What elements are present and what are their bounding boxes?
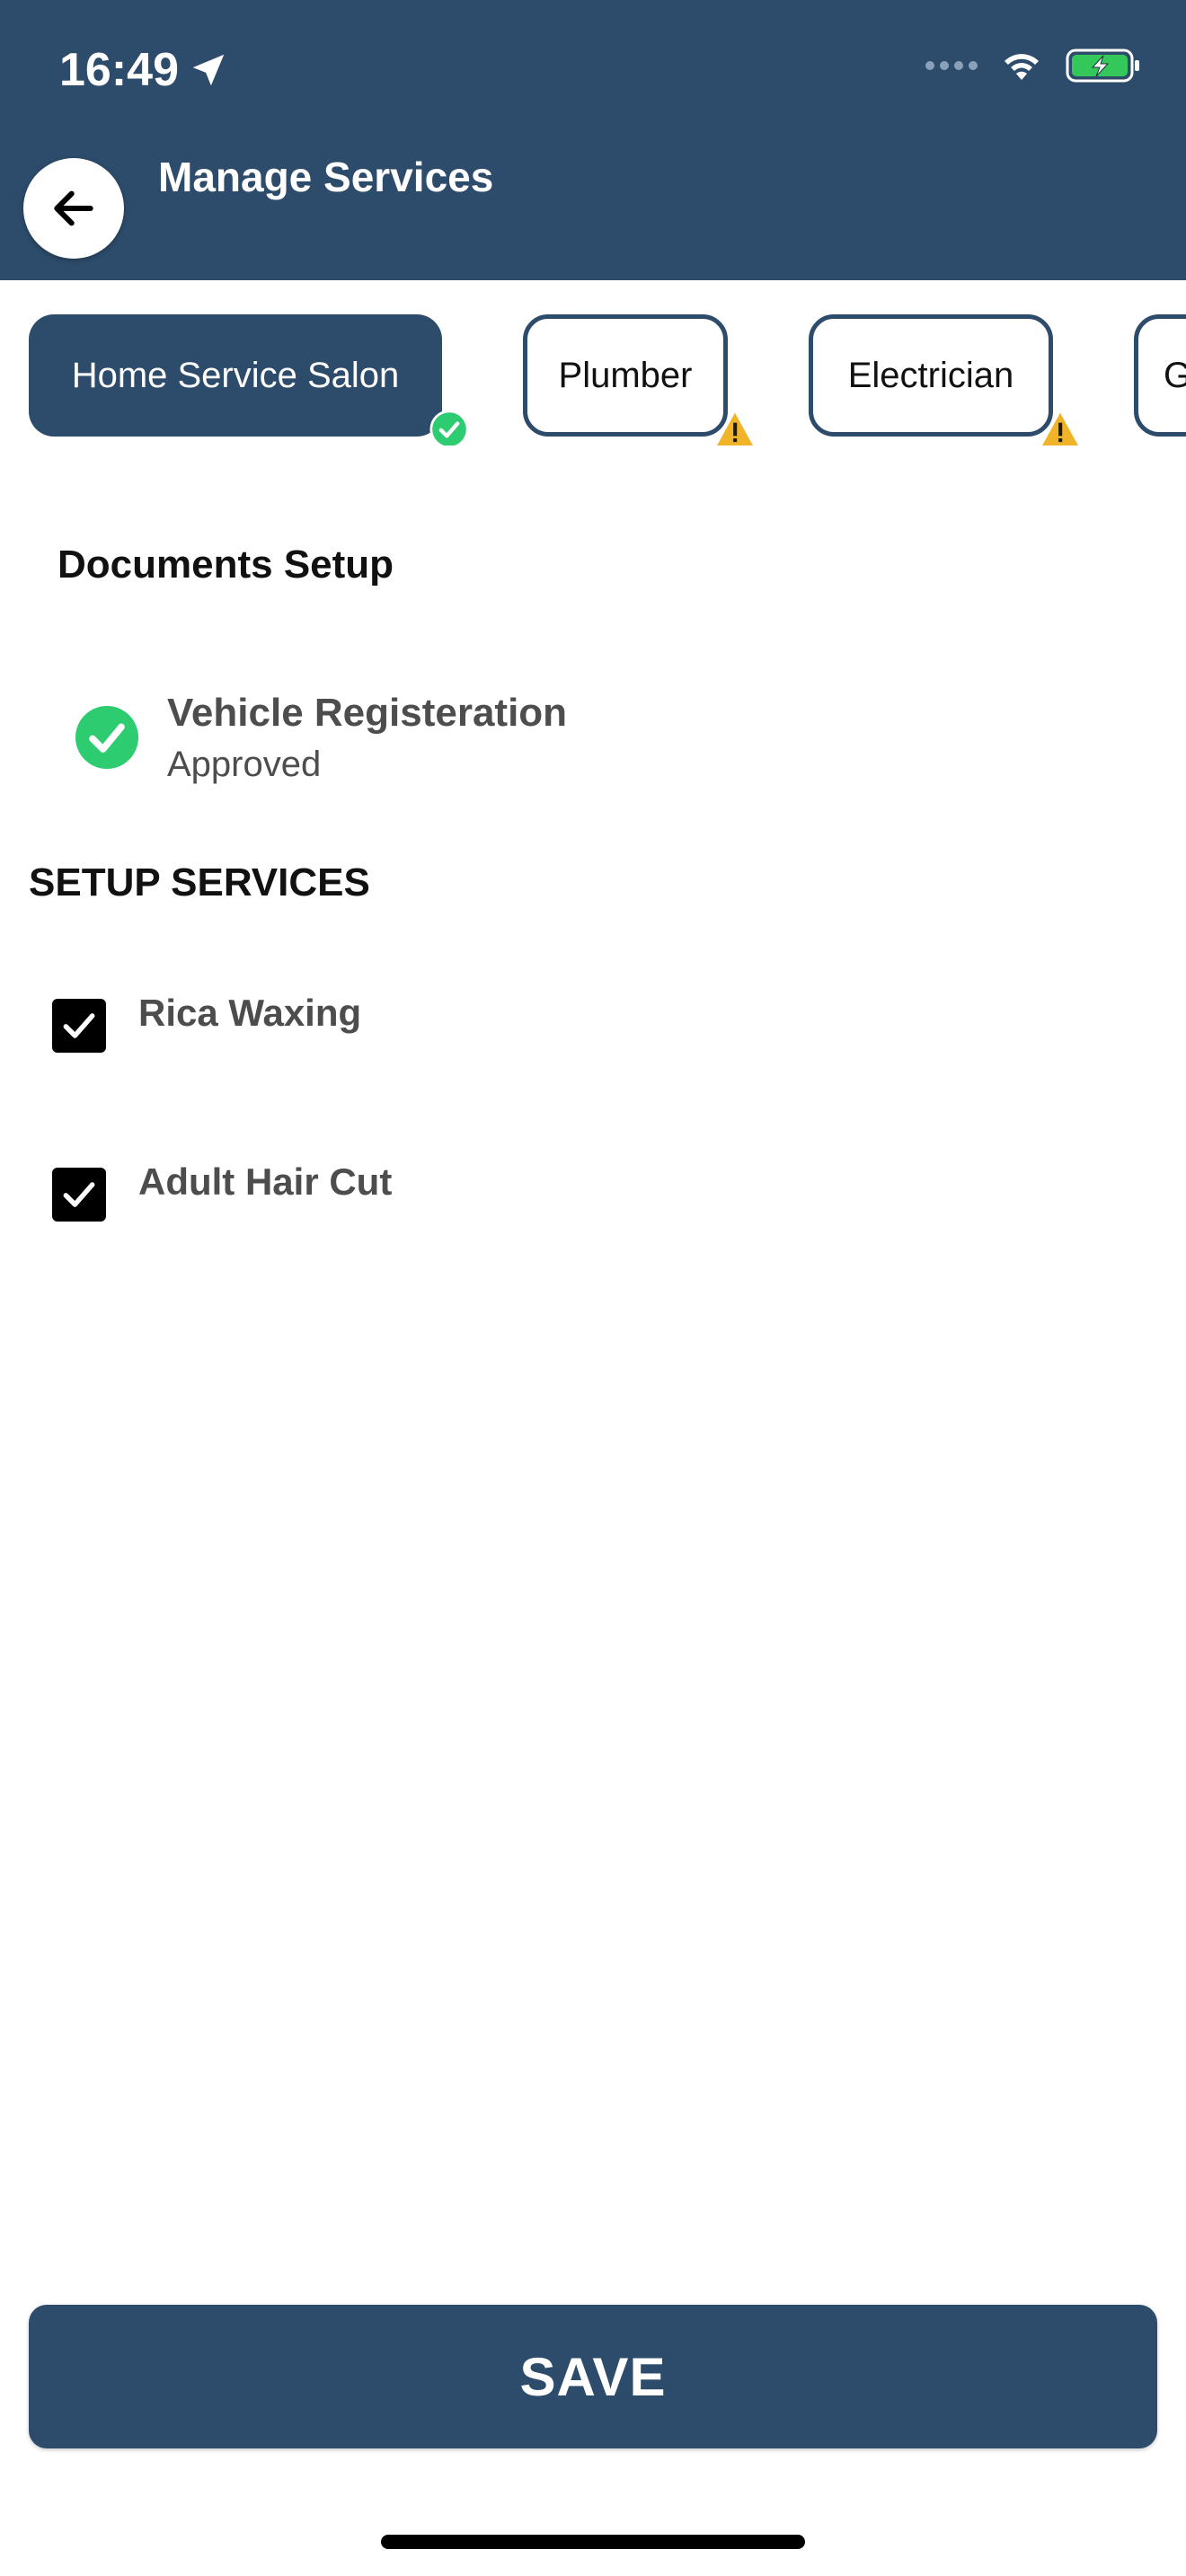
documents-setup-title: Documents Setup — [58, 543, 394, 587]
service-label: Rica Waxing — [138, 992, 362, 1034]
document-status: Approved — [167, 745, 322, 784]
page-title: Manage Services — [158, 154, 494, 200]
tab-label: Electrician — [847, 355, 1014, 395]
warning-triangle-icon — [1042, 412, 1078, 446]
service-item-rica-waxing[interactable]: Rica Waxing — [52, 988, 361, 1053]
tab-label: Home Service Salon — [71, 355, 400, 395]
document-item: Vehicle Registeration Approved — [75, 688, 567, 790]
check-icon — [63, 1182, 95, 1207]
tab-label: G — [1164, 355, 1186, 395]
document-name: Vehicle Registeration — [167, 691, 568, 735]
category-tabs: Home Service Salon Plumber Electrician G — [0, 311, 1186, 446]
wifi-icon — [1005, 54, 1039, 80]
home-indicator[interactable] — [381, 2535, 805, 2549]
tab-electrician[interactable]: Electrician — [809, 314, 1053, 437]
document-text: Vehicle Registeration Approved — [167, 688, 567, 790]
service-label: Adult Hair Cut — [138, 1160, 393, 1203]
checkbox-checked-icon[interactable] — [52, 1168, 106, 1222]
app-header: 16:49 Manage Services — [0, 0, 1186, 280]
tab-home-service-salon[interactable]: Home Service Salon — [29, 314, 442, 437]
check-circle-icon — [429, 410, 469, 446]
back-button[interactable] — [23, 158, 124, 259]
cellular-signal-icon — [925, 61, 978, 70]
status-bar-time: 16:49 — [59, 43, 229, 97]
arrow-left-icon — [54, 190, 93, 226]
check-circle-icon — [75, 706, 138, 769]
tab-partial[interactable]: G — [1134, 314, 1186, 437]
warning-triangle-icon — [717, 412, 753, 446]
location-arrow-icon — [192, 54, 225, 86]
checkbox-checked-icon[interactable] — [52, 999, 106, 1053]
tab-label: Plumber — [558, 355, 693, 395]
tab-plumber[interactable]: Plumber — [523, 314, 728, 437]
setup-services-title: SETUP SERVICES — [29, 860, 370, 904]
save-button[interactable]: SAVE — [29, 2305, 1157, 2448]
service-item-adult-hair-cut[interactable]: Adult Hair Cut — [52, 1157, 392, 1222]
battery-charging-icon — [1066, 49, 1139, 83]
check-icon — [63, 1013, 95, 1038]
status-bar-icons — [925, 47, 1141, 84]
time-text: 16:49 — [59, 44, 179, 96]
